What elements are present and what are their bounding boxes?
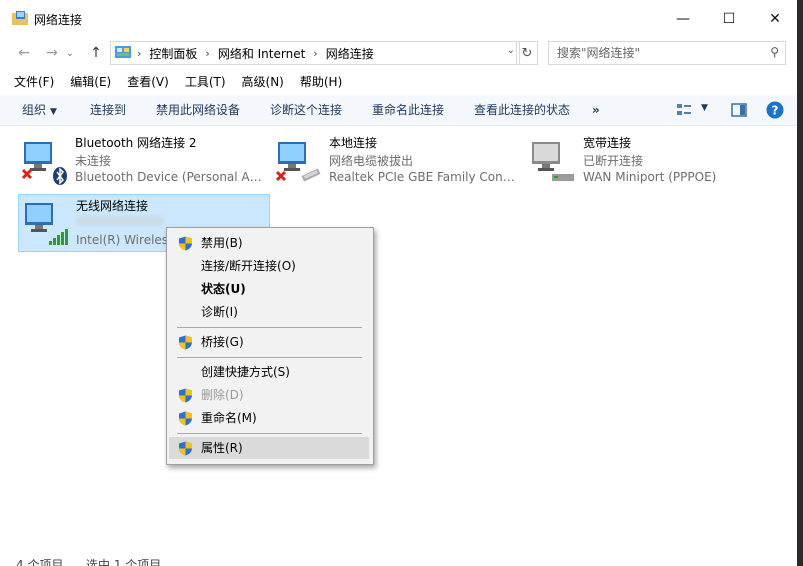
breadcrumb-network-connections[interactable]: 网络连接	[326, 45, 374, 62]
connection-device: WAN Miniport (PPPOE)	[583, 170, 717, 184]
redacted-text	[76, 216, 164, 226]
menu-item-label: 重命名(M)	[201, 411, 257, 425]
uac-shield-icon	[179, 411, 192, 426]
uac-shield-icon	[179, 236, 192, 251]
menu-bar: 文件(F) 编辑(E) 查看(V) 工具(T) 高级(N) 帮助(H)	[0, 71, 350, 93]
menu-item-label: 禁用(B)	[201, 236, 243, 250]
item-count: 4 个项目	[16, 558, 64, 566]
menu-item-disable[interactable]: 禁用(B)	[169, 232, 369, 254]
connection-name: 本地连接	[329, 136, 378, 150]
selected-count: 选中 1 个项目	[86, 558, 162, 566]
up-button[interactable]: ↑	[86, 44, 106, 62]
search-icon[interactable]: ⚲	[770, 45, 779, 59]
menu-tools[interactable]: 工具(T)	[177, 71, 234, 93]
menu-item-label: 连接/断开连接(O)	[201, 259, 296, 273]
change-view-icon[interactable]	[676, 102, 692, 118]
network-folder-icon	[12, 11, 28, 25]
menu-help[interactable]: 帮助(H)	[292, 71, 350, 93]
view-options-caret-icon[interactable]: ▼	[701, 103, 708, 113]
menu-item-label: 状态(U)	[201, 282, 246, 296]
connection-name: 无线网络连接	[76, 199, 149, 213]
menu-item-label: 属性(R)	[201, 441, 243, 455]
connection-name: 宽带连接	[583, 136, 632, 150]
address-bar[interactable]: › 控制面板 › 网络和 Internet › 网络连接 ⌄	[110, 41, 520, 65]
status-bar: 4 个项目 选中 1 个项目	[0, 556, 797, 566]
connection-status: 未连接	[75, 154, 112, 168]
caret-down-icon: ▼	[50, 107, 57, 117]
background-window-edge	[797, 0, 803, 566]
address-dropdown-icon[interactable]: ⌄	[507, 45, 515, 56]
address-row: ← → ⌄ ↑ › 控制面板 › 网络和 Internet › 网络连接 ⌄ ↻	[0, 38, 797, 68]
refresh-button[interactable]: ↻	[516, 41, 538, 65]
organize-label: 组织	[22, 103, 47, 117]
menu-advanced[interactable]: 高级(N)	[234, 71, 292, 93]
menu-item-label: 诊断(I)	[201, 305, 238, 319]
connection-device: Bluetooth Device (Personal Area Network)	[75, 170, 265, 184]
breadcrumb: › 控制面板 › 网络和 Internet › 网络连接	[137, 45, 374, 62]
menu-item-connect-disconnect[interactable]: 连接/断开连接(O)	[169, 255, 369, 277]
title-bar: 网络连接 — ☐ ✕	[0, 0, 797, 38]
menu-view[interactable]: 查看(V)	[119, 71, 177, 93]
connection-item-broadband[interactable]: 宽带连接 已断开连接 WAN Miniport (PPPOE)	[526, 132, 776, 188]
recent-locations-button[interactable]: ⌄	[64, 44, 76, 62]
breadcrumb-network-internet[interactable]: 网络和 Internet	[218, 45, 305, 62]
menu-separator	[177, 327, 362, 328]
menu-edit[interactable]: 编辑(E)	[62, 71, 119, 93]
ethernet-adapter-icon	[275, 142, 321, 182]
connection-item-bluetooth[interactable]: Bluetooth 网络连接 2 未连接 Bluetooth Device (P…	[18, 132, 268, 188]
uac-shield-icon	[179, 441, 192, 456]
disable-device-button[interactable]: 禁用此网络设备	[156, 95, 240, 125]
broadband-modem-icon	[532, 142, 574, 181]
breadcrumb-separator: ›	[137, 47, 142, 60]
breadcrumb-separator: ›	[313, 47, 318, 60]
menu-item-rename[interactable]: 重命名(M)	[169, 407, 369, 429]
minimize-button[interactable]: —	[660, 0, 706, 38]
help-icon[interactable]: ?	[766, 101, 784, 119]
window-title: 网络连接	[34, 13, 83, 27]
connection-status: 已断开连接	[583, 154, 644, 168]
menu-item-label: 桥接(G)	[201, 335, 244, 349]
forward-button[interactable]: →	[42, 44, 62, 62]
uac-shield-icon	[179, 335, 192, 350]
search-input[interactable]	[555, 44, 759, 62]
close-button[interactable]: ✕	[752, 0, 797, 38]
menu-item-properties[interactable]: 属性(R)	[169, 437, 369, 459]
breadcrumb-separator: ›	[205, 47, 210, 60]
menu-item-diagnose[interactable]: 诊断(I)	[169, 301, 369, 323]
bluetooth-adapter-icon	[21, 142, 67, 185]
control-panel-icon	[115, 46, 131, 58]
connection-device: Realtek PCIe GBE Family Controller	[329, 170, 519, 184]
menu-item-create-shortcut[interactable]: 创建快捷方式(S)	[169, 361, 369, 383]
organize-button[interactable]: 组织 ▼	[22, 95, 57, 127]
menu-item-status[interactable]: 状态(U)	[169, 278, 369, 300]
menu-item-bridge[interactable]: 桥接(G)	[169, 331, 369, 353]
connection-status-redacted	[76, 215, 164, 229]
context-menu: 禁用(B) 连接/断开连接(O) 状态(U) 诊断(I) 桥接(G) 创建快捷方…	[166, 227, 374, 465]
view-status-button[interactable]: 查看此连接的状态	[474, 95, 570, 125]
more-commands-button[interactable]: »	[592, 95, 600, 125]
preview-pane-icon[interactable]	[731, 102, 747, 118]
menu-item-delete: 删除(D)	[169, 384, 369, 406]
connection-item-local[interactable]: 本地连接 网络电缆被拔出 Realtek PCIe GBE Family Con…	[272, 132, 522, 188]
command-bar: 组织 ▼ 连接到 禁用此网络设备 诊断这个连接 重命名此连接 查看此连接的状态 »…	[0, 95, 797, 126]
network-connections-window: 网络连接 — ☐ ✕ ← → ⌄ ↑ › 控制面板 › 网络和 Internet…	[0, 0, 797, 566]
svg-text:?: ?	[772, 104, 779, 118]
wireless-adapter-icon	[25, 203, 68, 245]
menu-item-label: 删除(D)	[201, 388, 244, 402]
menu-separator	[177, 357, 362, 358]
search-box[interactable]: ⚲	[548, 41, 786, 65]
uac-shield-icon	[179, 388, 192, 403]
connect-to-button[interactable]: 连接到	[90, 95, 126, 125]
menu-item-label: 创建快捷方式(S)	[201, 365, 290, 379]
back-button[interactable]: ←	[14, 44, 34, 62]
connection-status: 网络电缆被拔出	[329, 154, 414, 168]
connection-name: Bluetooth 网络连接 2	[75, 136, 197, 150]
maximize-button[interactable]: ☐	[706, 0, 752, 38]
rename-button[interactable]: 重命名此连接	[372, 95, 444, 125]
diagnose-button[interactable]: 诊断这个连接	[270, 95, 342, 125]
menu-file[interactable]: 文件(F)	[0, 71, 62, 93]
menu-separator	[177, 433, 362, 434]
breadcrumb-control-panel[interactable]: 控制面板	[149, 45, 197, 62]
